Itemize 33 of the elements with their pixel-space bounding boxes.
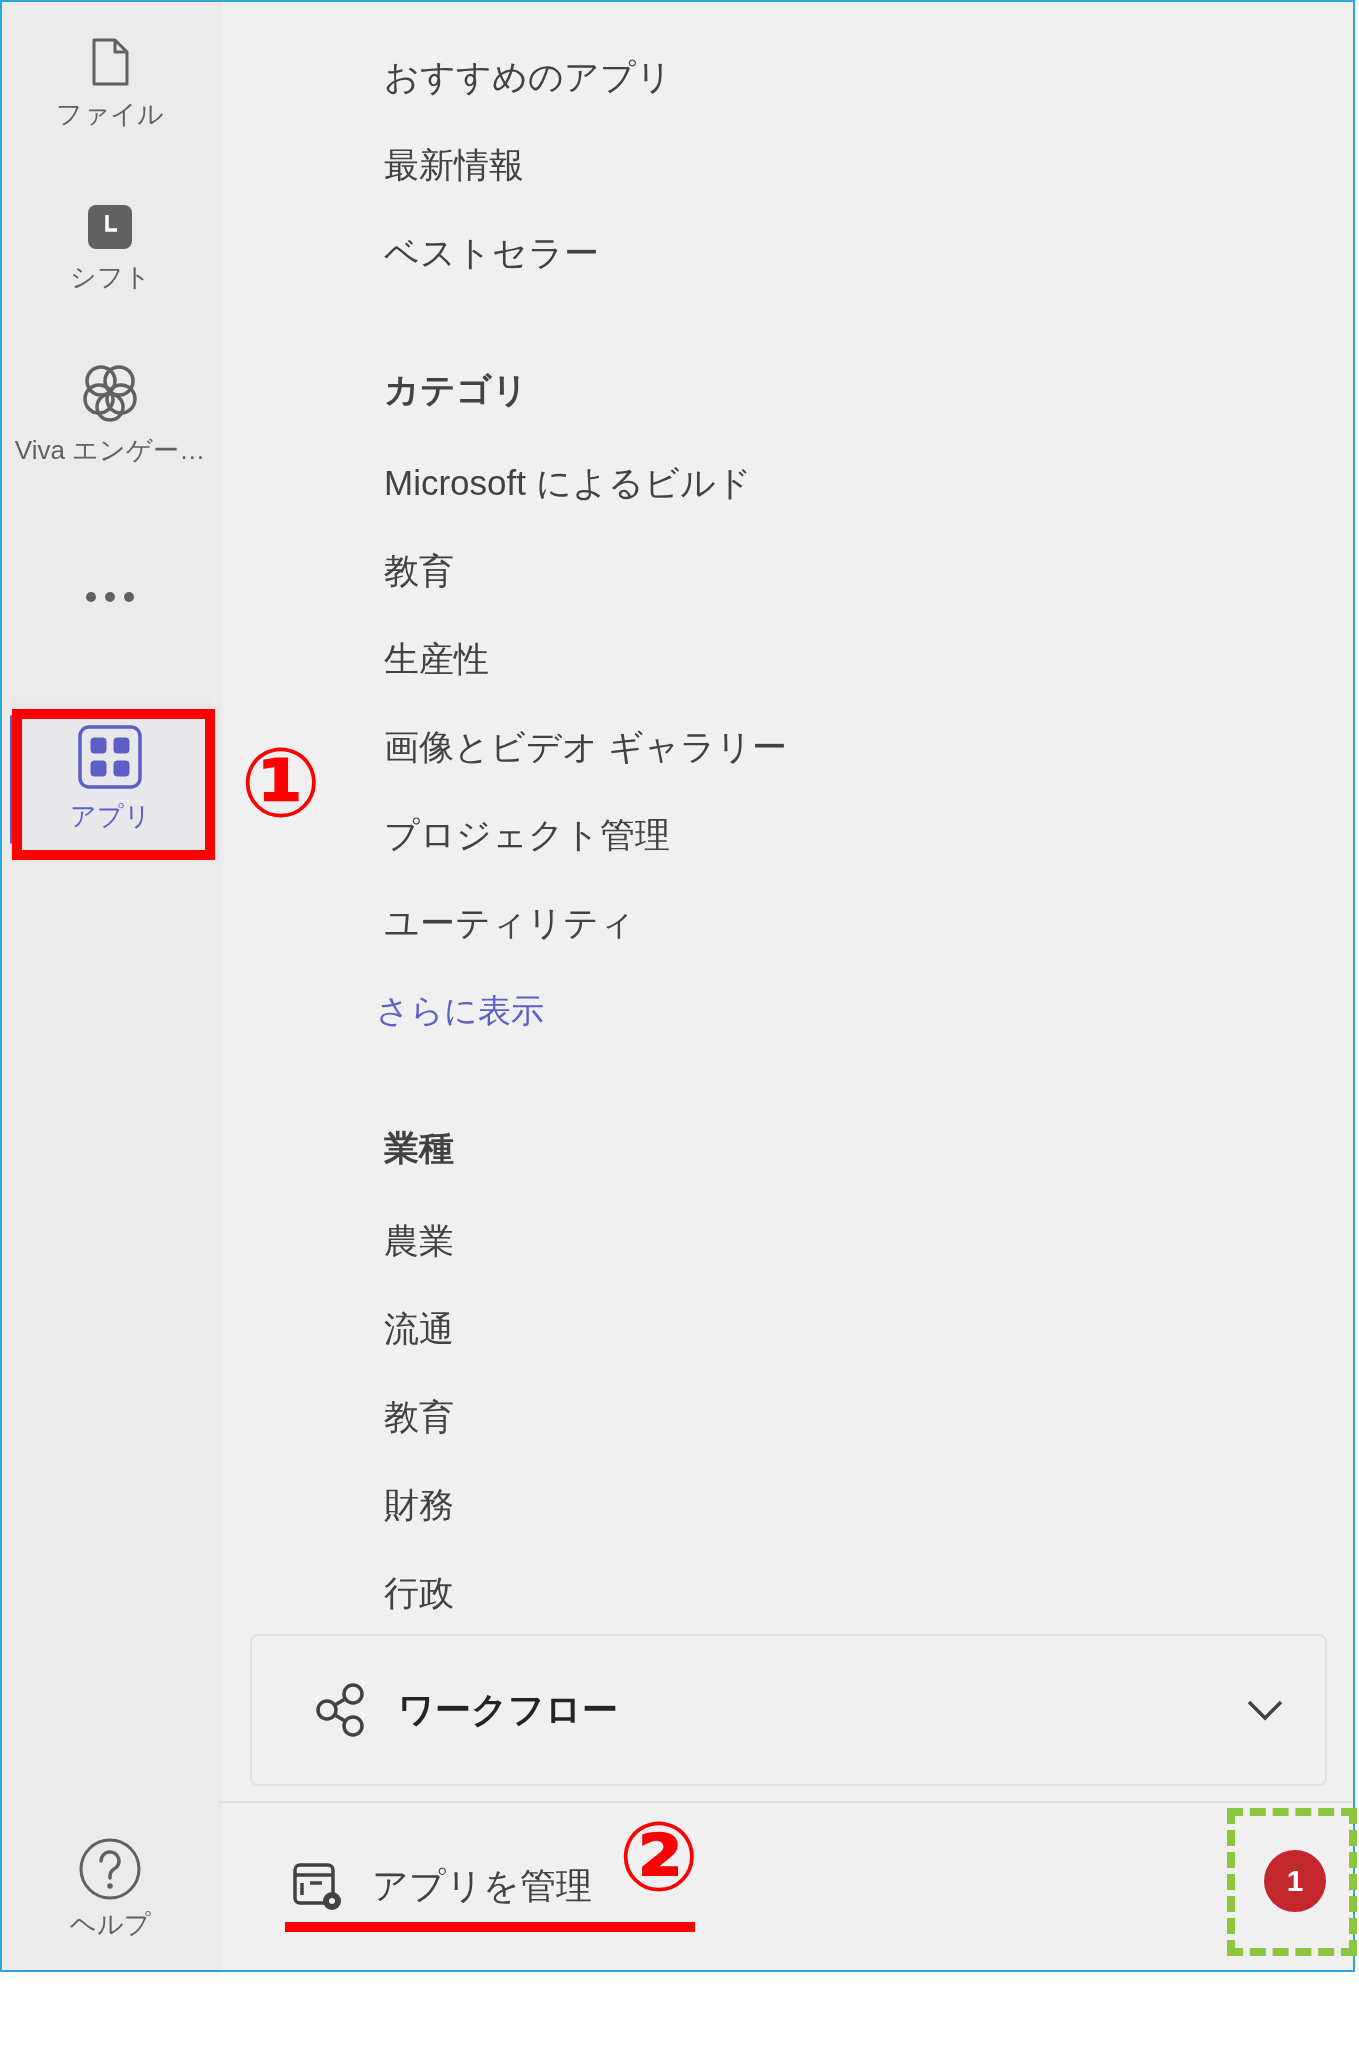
clock-icon xyxy=(87,204,133,250)
rail-item[interactable]: ファイル xyxy=(10,2,210,167)
settings-icon xyxy=(292,1861,344,1912)
notification-badge: 1 xyxy=(1264,1850,1326,1912)
nav-item[interactable]: Microsoft によるビルド xyxy=(384,439,752,527)
rail-item[interactable]: シフト xyxy=(10,167,210,332)
help-button[interactable]: ヘルプ xyxy=(2,1837,218,1970)
nav-item[interactable]: 教育 xyxy=(384,1373,454,1461)
nav-item[interactable]: 行政 xyxy=(384,1549,454,1637)
section-heading: カテゴリ xyxy=(384,369,528,411)
nav-item[interactable]: 生産性 xyxy=(384,615,489,703)
manage-apps-button[interactable]: アプリを管理 xyxy=(292,1861,592,1912)
file-icon xyxy=(90,37,130,87)
nav-item[interactable]: ユーティリティ xyxy=(384,879,635,967)
show-more-link[interactable]: さらに表示 xyxy=(376,967,544,1055)
nav-item[interactable]: プロジェクト管理 xyxy=(384,791,670,879)
more-icon xyxy=(85,591,135,603)
nav-item[interactable]: ベストセラー xyxy=(384,209,599,297)
section-heading: 業種 xyxy=(384,1127,454,1169)
nav-item[interactable]: 最新情報 xyxy=(384,121,524,209)
nav-item[interactable]: 流通 xyxy=(384,1285,454,1373)
nav-item[interactable]: 農業 xyxy=(384,1197,454,1285)
nav-item[interactable]: 教育 xyxy=(384,527,454,615)
help-icon xyxy=(78,1837,142,1901)
step-marker: ① xyxy=(240,735,322,831)
rail-item[interactable]: Viva エンゲー… xyxy=(10,332,210,497)
workflow-label: ワークフロー xyxy=(398,1687,619,1732)
nav-item[interactable]: 財務 xyxy=(384,1461,454,1549)
step-marker: ② xyxy=(618,1809,700,1905)
nav-item[interactable]: おすすめのアプリ xyxy=(384,33,672,121)
nav-item[interactable]: 画像とビデオ ギャラリー xyxy=(384,703,787,791)
workflow-section[interactable]: ワークフロー xyxy=(250,1634,1327,1786)
apps-icon xyxy=(78,725,142,789)
